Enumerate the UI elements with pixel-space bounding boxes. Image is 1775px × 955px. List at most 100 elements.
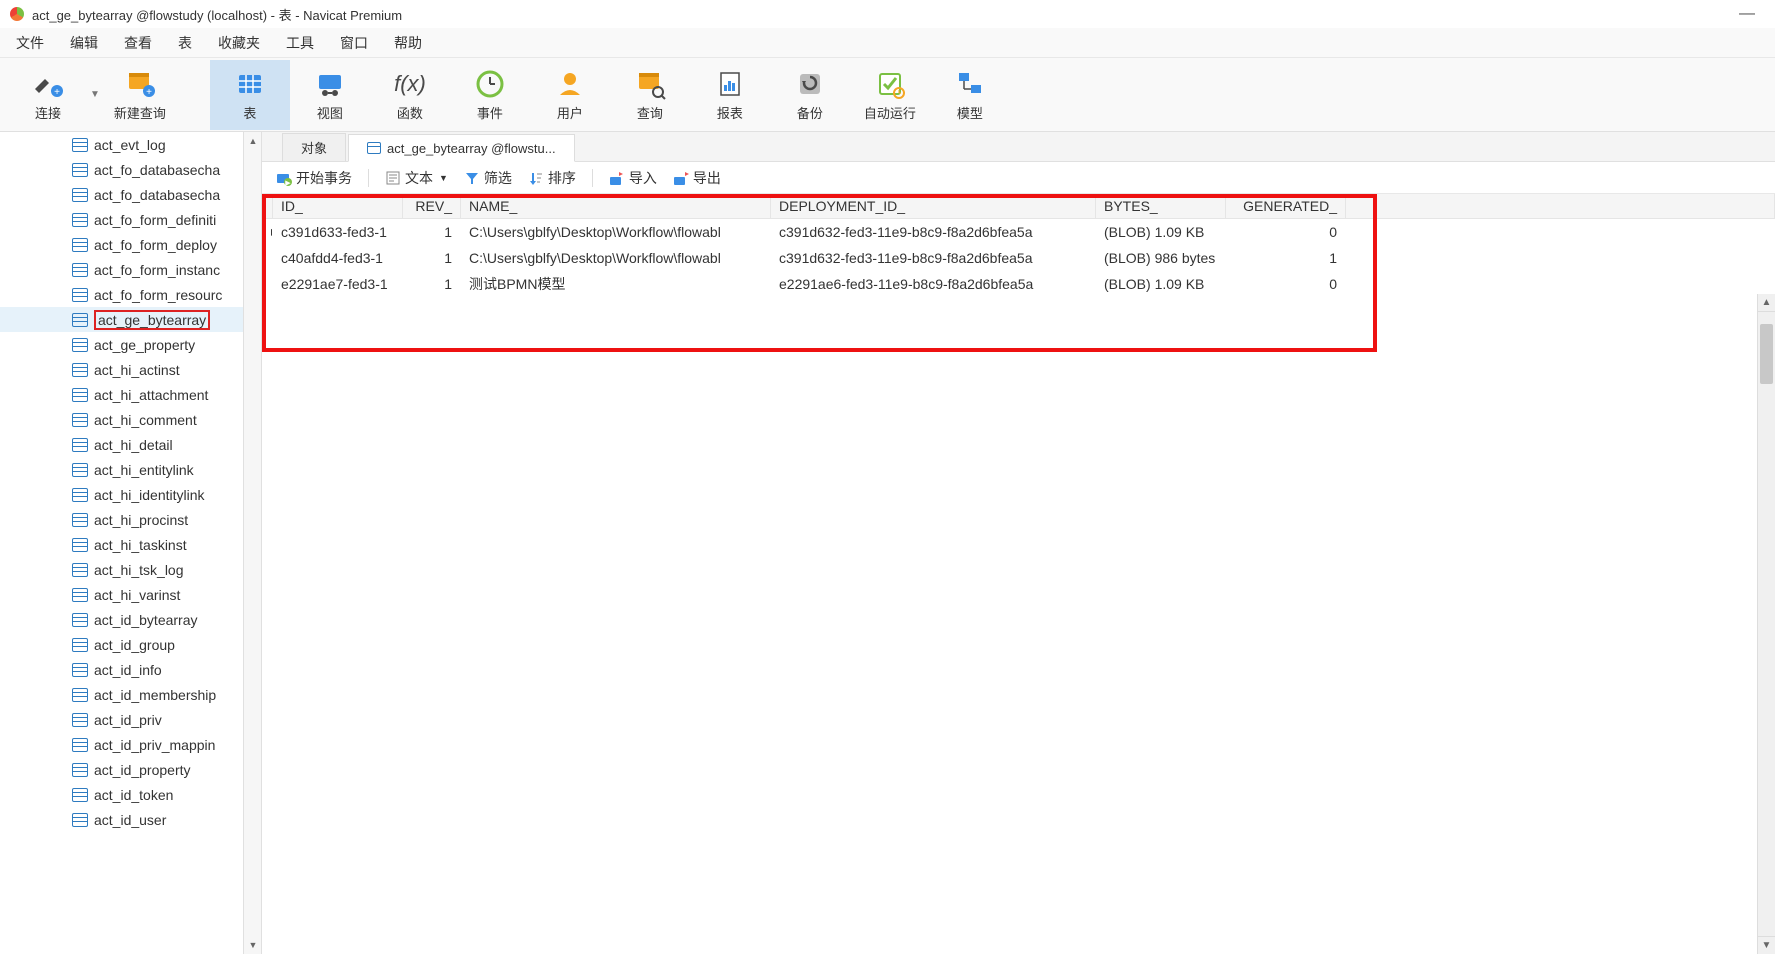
col-bytes[interactable]: BYTES_ <box>1096 194 1226 219</box>
sidebar-item-act_fo_form_resourc[interactable]: act_fo_form_resourc <box>0 282 243 307</box>
new-query-icon: + <box>123 67 157 101</box>
sidebar-item-act_hi_detail[interactable]: act_hi_detail <box>0 432 243 457</box>
sidebar-item-act_hi_comment[interactable]: act_hi_comment <box>0 407 243 432</box>
col-generated[interactable]: GENERATED_ <box>1226 194 1346 219</box>
sidebar-item-act_id_info[interactable]: act_id_info <box>0 657 243 682</box>
export-button[interactable]: 导出 <box>669 166 725 190</box>
toolbar-new-query-button[interactable]: + 新建查询 <box>100 60 180 130</box>
toolbar-user-button[interactable]: 用户 <box>530 60 610 130</box>
sidebar-item-act_hi_procinst[interactable]: act_hi_procinst <box>0 507 243 532</box>
cell-id[interactable]: e2291ae7-fed3-1 <box>273 271 403 297</box>
cell-bytes[interactable]: (BLOB) 986 bytes <box>1096 245 1226 271</box>
menu-help[interactable]: 帮助 <box>382 29 434 57</box>
cell-name[interactable]: C:\Users\gblfy\Desktop\Workflow\flowabl <box>461 219 771 245</box>
filter-button[interactable]: 筛选 <box>460 166 516 190</box>
menu-favorites[interactable]: 收藏夹 <box>206 29 272 57</box>
col-rev[interactable]: REV_ <box>403 194 461 219</box>
sidebar-scroll-down-icon[interactable]: ▼ <box>244 936 262 954</box>
toolbar-autorun-button[interactable]: 自动运行 <box>850 60 930 130</box>
tab-objects[interactable]: 对象 <box>282 133 346 161</box>
text-mode-button[interactable]: 文本 ▼ <box>381 166 452 190</box>
sidebar-item-act_id_group[interactable]: act_id_group <box>0 632 243 657</box>
col-deployment[interactable]: DEPLOYMENT_ID_ <box>771 194 1096 219</box>
sidebar-item-act_evt_log[interactable]: act_evt_log <box>0 132 243 157</box>
sidebar-item-act_hi_attachment[interactable]: act_hi_attachment <box>0 382 243 407</box>
toolbar-query-button[interactable]: 查询 <box>610 60 690 130</box>
table-row[interactable]: e2291ae7-fed3-11测试BPMN模型e2291ae6-fed3-11… <box>263 271 1775 297</box>
scroll-up-icon[interactable]: ▲ <box>1758 294 1775 312</box>
cell-generated[interactable]: 1 <box>1226 245 1346 271</box>
toolbar-connect-button[interactable]: + 连接 <box>8 60 88 130</box>
toolbar-function-button[interactable]: f(x) 函数 <box>370 60 450 130</box>
sidebar-item-act_id_property[interactable]: act_id_property <box>0 757 243 782</box>
table-icon <box>72 788 88 802</box>
sidebar-item-act_hi_entitylink[interactable]: act_hi_entitylink <box>0 457 243 482</box>
toolbar-view-button[interactable]: 视图 <box>290 60 370 130</box>
scrollbar-thumb[interactable] <box>1760 324 1773 384</box>
table-icon <box>72 138 88 152</box>
menu-tools[interactable]: 工具 <box>274 29 326 57</box>
sidebar-scroll-up-icon[interactable]: ▲ <box>244 132 262 150</box>
sidebar-item-act_hi_actinst[interactable]: act_hi_actinst <box>0 357 243 382</box>
sidebar-item-act_hi_identitylink[interactable]: act_hi_identitylink <box>0 482 243 507</box>
scroll-down-icon[interactable]: ▼ <box>1758 936 1775 954</box>
cell-rev[interactable]: 1 <box>403 219 461 245</box>
toolbar-event-button[interactable]: 事件 <box>450 60 530 130</box>
sidebar-item-act_hi_taskinst[interactable]: act_hi_taskinst <box>0 532 243 557</box>
sidebar-item-act_hi_varinst[interactable]: act_hi_varinst <box>0 582 243 607</box>
menu-window[interactable]: 窗口 <box>328 29 380 57</box>
begin-transaction-button[interactable]: ▶ 开始事务 <box>272 166 356 190</box>
table-label: act_id_token <box>94 787 173 803</box>
transaction-icon: ▶ <box>276 170 292 186</box>
dropdown-icon[interactable]: ▼ <box>90 89 100 100</box>
cell-id[interactable]: c40afdd4-fed3-1 <box>273 245 403 271</box>
cell-deployment[interactable]: c391d632-fed3-11e9-b8c9-f8a2d6bfea5a <box>771 219 1096 245</box>
table-row[interactable]: ▸c391d633-fed3-11C:\Users\gblfy\Desktop\… <box>263 219 1775 245</box>
col-id[interactable]: ID_ <box>273 194 403 219</box>
vertical-scrollbar[interactable]: ▲ ▼ <box>1757 294 1775 954</box>
sidebar-item-act_fo_form_definiti[interactable]: act_fo_form_definiti <box>0 207 243 232</box>
table-row[interactable]: c40afdd4-fed3-11C:\Users\gblfy\Desktop\W… <box>263 245 1775 271</box>
cell-generated[interactable]: 0 <box>1226 219 1346 245</box>
sidebar-item-act_id_token[interactable]: act_id_token <box>0 782 243 807</box>
col-name[interactable]: NAME_ <box>461 194 771 219</box>
report-icon <box>713 67 747 101</box>
tab-table-data[interactable]: act_ge_bytearray @flowstu... <box>348 134 575 162</box>
sidebar-item-act_fo_databasecha[interactable]: act_fo_databasecha <box>0 182 243 207</box>
data-grid[interactable]: ID_ REV_ NAME_ DEPLOYMENT_ID_ BYTES_ GEN… <box>262 194 1775 297</box>
toolbar-backup-button[interactable]: 备份 <box>770 60 850 130</box>
sidebar-item-act_id_bytearray[interactable]: act_id_bytearray <box>0 607 243 632</box>
cell-rev[interactable]: 1 <box>403 245 461 271</box>
cell-name[interactable]: C:\Users\gblfy\Desktop\Workflow\flowabl <box>461 245 771 271</box>
cell-id[interactable]: c391d633-fed3-1 <box>273 219 403 245</box>
sidebar-item-act_id_priv[interactable]: act_id_priv <box>0 707 243 732</box>
sidebar-item-act_ge_bytearray[interactable]: act_ge_bytearray <box>0 307 243 332</box>
toolbar-table-button[interactable]: 表 <box>210 60 290 130</box>
sort-button[interactable]: 排序 <box>524 166 580 190</box>
menu-table[interactable]: 表 <box>166 29 204 57</box>
cell-deployment[interactable]: e2291ae6-fed3-11e9-b8c9-f8a2d6bfea5a <box>771 271 1096 297</box>
sidebar-item-act_fo_databasecha[interactable]: act_fo_databasecha <box>0 157 243 182</box>
header-row[interactable]: ID_ REV_ NAME_ DEPLOYMENT_ID_ BYTES_ GEN… <box>263 194 1775 219</box>
cell-bytes[interactable]: (BLOB) 1.09 KB <box>1096 219 1226 245</box>
menu-edit[interactable]: 编辑 <box>58 29 110 57</box>
sidebar-item-act_id_membership[interactable]: act_id_membership <box>0 682 243 707</box>
menu-file[interactable]: 文件 <box>4 29 56 57</box>
sidebar-item-act_id_user[interactable]: act_id_user <box>0 807 243 832</box>
minimize-button[interactable]: — <box>1727 5 1767 23</box>
cell-rev[interactable]: 1 <box>403 271 461 297</box>
sidebar-item-act_fo_form_instanc[interactable]: act_fo_form_instanc <box>0 257 243 282</box>
cell-bytes[interactable]: (BLOB) 1.09 KB <box>1096 271 1226 297</box>
import-button[interactable]: 导入 <box>605 166 661 190</box>
sidebar-item-act_hi_tsk_log[interactable]: act_hi_tsk_log <box>0 557 243 582</box>
cell-name[interactable]: 测试BPMN模型 <box>461 271 771 297</box>
cell-deployment[interactable]: c391d632-fed3-11e9-b8c9-f8a2d6bfea5a <box>771 245 1096 271</box>
sidebar-table-list[interactable]: act_evt_logact_fo_databasechaact_fo_data… <box>0 132 244 954</box>
menu-view[interactable]: 查看 <box>112 29 164 57</box>
toolbar-report-button[interactable]: 报表 <box>690 60 770 130</box>
sidebar-item-act_fo_form_deploy[interactable]: act_fo_form_deploy <box>0 232 243 257</box>
cell-generated[interactable]: 0 <box>1226 271 1346 297</box>
sidebar-item-act_ge_property[interactable]: act_ge_property <box>0 332 243 357</box>
toolbar-model-button[interactable]: 模型 <box>930 60 1010 130</box>
sidebar-item-act_id_priv_mappin[interactable]: act_id_priv_mappin <box>0 732 243 757</box>
